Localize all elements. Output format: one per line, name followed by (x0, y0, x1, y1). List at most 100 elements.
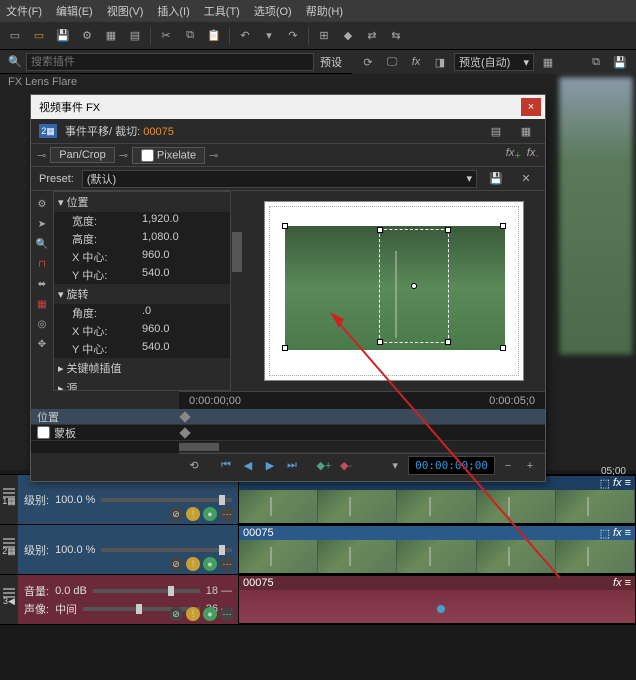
kf-last-icon[interactable]: ⏭ (283, 457, 301, 475)
track1-more-icon[interactable]: ⋯ (220, 507, 234, 521)
mask-checkbox[interactable] (37, 426, 50, 439)
track1-mute-icon[interactable]: ! (186, 507, 200, 521)
kf-zoom-icon[interactable]: ▾ (386, 457, 404, 475)
track1-clip[interactable]: ⬚ fx ≡ (238, 475, 636, 524)
tool-target-icon[interactable]: ◎ (33, 315, 51, 333)
tool-lock-icon[interactable]: ▦ (33, 295, 51, 313)
pan-crop-canvas[interactable] (243, 191, 545, 391)
selection-rect[interactable] (379, 229, 449, 343)
copy-icon[interactable]: ⧉ (179, 25, 201, 47)
prop-angle-value[interactable]: .0 (142, 305, 151, 321)
menu-options[interactable]: 选项(O) (254, 3, 292, 19)
track3-bypass-icon[interactable]: ⊘ (169, 607, 183, 621)
snap-icon[interactable]: ⊞ (313, 25, 335, 47)
dialog-close-button[interactable]: × (521, 98, 541, 116)
preset-save-icon[interactable]: 💾 (485, 168, 507, 190)
clip3-fx-icon[interactable]: fx (613, 577, 622, 589)
gear-icon[interactable]: ⚙ (76, 25, 98, 47)
preview-save-icon[interactable]: 💾 (610, 52, 630, 72)
chain-view-icon[interactable]: ▦ (515, 120, 537, 142)
menu-help[interactable]: 帮助(H) (306, 3, 343, 19)
track3-more-icon[interactable]: ⋯ (220, 607, 234, 621)
clip-fx-icon[interactable]: fx (613, 477, 622, 490)
preview-refresh-icon[interactable]: ⟳ (358, 52, 378, 72)
menu-tools[interactable]: 工具(T) (204, 3, 240, 19)
list-view-icon[interactable]: ▤ (485, 120, 507, 142)
track3-content[interactable]: 00075fx ≡ (238, 575, 636, 624)
kf-scrollbar[interactable] (179, 443, 219, 451)
menu-edit[interactable]: 编辑(E) (56, 3, 93, 19)
autoripple-icon[interactable]: ⇆ (385, 25, 407, 47)
track2-slider[interactable] (101, 548, 232, 552)
tool-zoom-icon[interactable]: 🔍 (33, 235, 51, 253)
kf-row-mask[interactable]: 蒙板 (31, 425, 179, 441)
properties-icon[interactable]: ▤ (124, 25, 146, 47)
menu-view[interactable]: 视图(V) (107, 3, 144, 19)
save-icon[interactable]: 💾 (52, 25, 74, 47)
keyframe-diamond[interactable] (179, 411, 190, 422)
group-keyframe[interactable]: ▸关键帧插值 (54, 358, 230, 378)
track3-vol-slider[interactable] (93, 589, 200, 593)
track2-header[interactable]: 级别:100.0 % ⊘!●⋯ (18, 525, 238, 574)
plugin-lens-flare[interactable]: FX Lens Flare (0, 74, 352, 90)
dialog-titlebar[interactable]: 视频事件 FX × (31, 95, 545, 119)
track1-content[interactable]: ⬚ fx ≡ (238, 475, 636, 524)
prop-xcenter-value[interactable]: 960.0 (142, 249, 170, 265)
clip3-menu-icon[interactable]: ≡ (625, 577, 631, 589)
prop-scrollbar[interactable] (232, 232, 242, 272)
preset-dropdown[interactable]: (默认)▾ (82, 170, 477, 188)
kf-add-icon[interactable]: ◆+ (315, 457, 333, 475)
clip-crop-icon[interactable]: ⬚ (600, 477, 610, 490)
tool-move-icon[interactable]: ⬌ (33, 275, 51, 293)
keyframe-diamond[interactable] (179, 427, 190, 438)
tab-pixelate[interactable]: Pixelate (132, 147, 205, 164)
kf-timecode[interactable]: 00:00:00;00 (408, 456, 495, 475)
paste-icon[interactable]: 📋 (203, 25, 225, 47)
clip2-crop-icon[interactable]: ⬚ (600, 527, 610, 540)
fx-add-icon[interactable]: fx+ (506, 147, 521, 162)
clip2-menu-icon[interactable]: ≡ (625, 527, 631, 540)
preview-overlay-icon[interactable]: ▦ (538, 52, 558, 72)
open-icon[interactable]: ▭ (28, 25, 50, 47)
kf-first-icon[interactable]: ⏮ (217, 457, 235, 475)
clip-menu-icon[interactable]: ≡ (625, 477, 631, 490)
group-position[interactable]: ▾位置 (54, 192, 230, 212)
preview-quality-dropdown[interactable]: 预览(自动)▾ (454, 53, 534, 71)
search-plugins-input[interactable] (26, 53, 314, 71)
track3-mute-icon[interactable]: ! (186, 607, 200, 621)
track2-mute-icon[interactable]: ! (186, 557, 200, 571)
track2-content[interactable]: 00075⬚ fx ≡ (238, 525, 636, 574)
preview-split-icon[interactable]: ◨ (430, 52, 450, 72)
track3-solo-icon[interactable]: ● (203, 607, 217, 621)
ripple-icon[interactable]: ⇄ (361, 25, 383, 47)
new-icon[interactable]: ▭ (4, 25, 26, 47)
preset-delete-icon[interactable]: ✕ (515, 168, 537, 190)
track2-bypass-icon[interactable]: ⊘ (169, 557, 183, 571)
kf-prev-icon[interactable]: ◀ (239, 457, 257, 475)
prop-width-value[interactable]: 1,920.0 (142, 213, 179, 229)
prop-height-value[interactable]: 1,080.0 (142, 231, 179, 247)
kf-sync-icon[interactable]: ⟲ (185, 457, 203, 475)
kf-row-position[interactable]: 位置 (31, 409, 179, 425)
cut-icon[interactable]: ✂ (155, 25, 177, 47)
fx-remove-icon[interactable]: fx- (527, 147, 539, 162)
preview-fx-icon[interactable]: fx (406, 52, 426, 72)
clip2-fx-icon[interactable]: fx (613, 527, 622, 540)
track3-header[interactable]: 音量:0.0 dB18 — 声像:中间36 — ⊘!●⋯ (18, 575, 238, 624)
track2-clip[interactable]: 00075⬚ fx ≡ (238, 525, 636, 574)
tool-arrow-icon[interactable]: ➤ (33, 215, 51, 233)
menu-insert[interactable]: 插入(I) (157, 3, 189, 19)
track3-clip[interactable]: 00075fx ≡ (238, 575, 636, 624)
track2-more-icon[interactable]: ⋯ (220, 557, 234, 571)
tab-pancrop[interactable]: Pan/Crop (50, 147, 114, 163)
render-icon[interactable]: ▦ (100, 25, 122, 47)
track1-solo-icon[interactable]: ● (203, 507, 217, 521)
pixelate-checkbox[interactable] (141, 149, 154, 162)
undo-dropdown-icon[interactable]: ▾ (258, 25, 280, 47)
group-rotation[interactable]: ▾旋转 (54, 284, 230, 304)
track3-handle[interactable]: 3◀ (0, 575, 18, 624)
prop-ycenter-value[interactable]: 540.0 (142, 267, 170, 283)
track1-bypass-icon[interactable]: ⊘ (169, 507, 183, 521)
track1-handle[interactable]: 1▦ (0, 475, 18, 524)
properties-panel[interactable]: ▾位置 宽度:1,920.0 高度:1,080.0 X 中心:960.0 Y 中… (53, 191, 231, 391)
